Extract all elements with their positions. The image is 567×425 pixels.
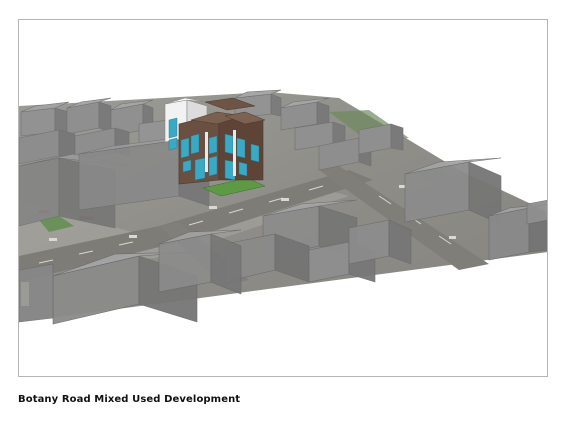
figure-page: Botany Road Mixed Used Development [0, 0, 567, 425]
urban-massing-render [19, 89, 547, 325]
map-label-mark [21, 282, 29, 306]
figure-caption: Botany Road Mixed Used Development [18, 394, 241, 405]
image-frame [18, 19, 548, 377]
